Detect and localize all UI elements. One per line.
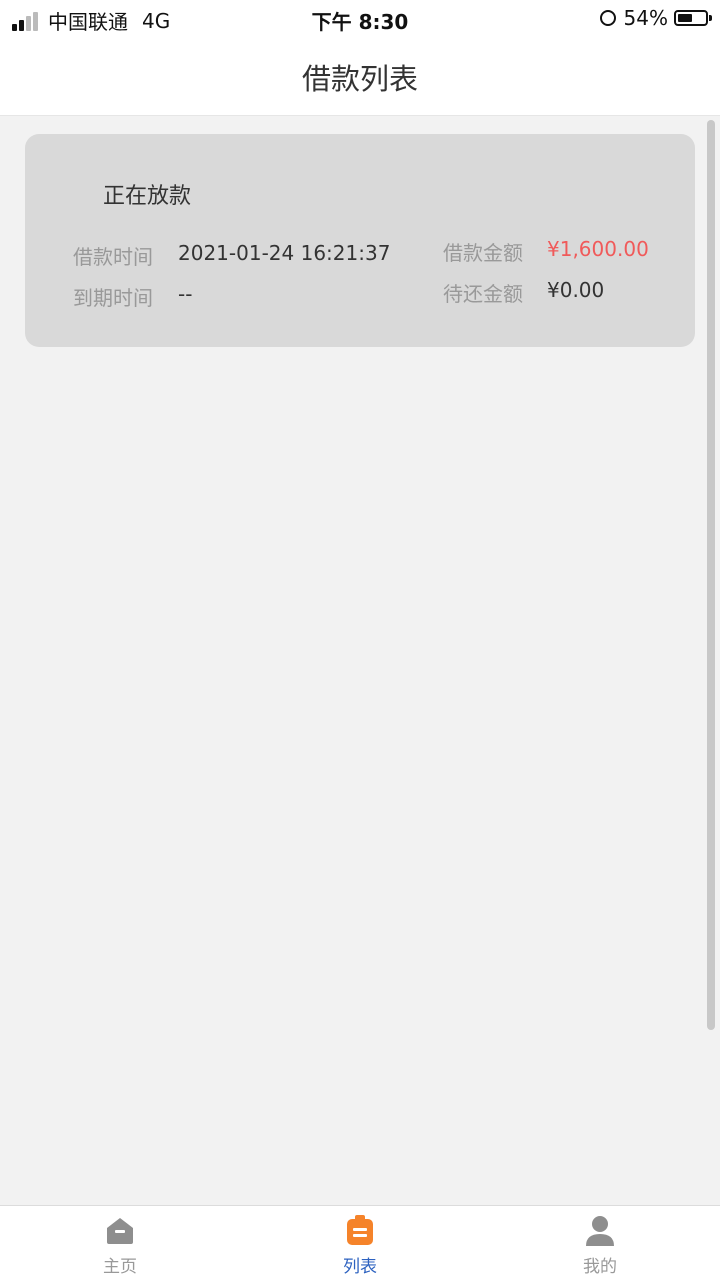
loan-card[interactable]: 正在放款 借款时间 2021-01-24 16:21:37 到期时间 -- 借款…	[25, 134, 695, 347]
loan-status: 正在放款	[103, 184, 192, 209]
battery-tip	[709, 15, 712, 21]
remaining-amount-value: ¥0.00	[547, 278, 605, 302]
tab-bar: 主页 列表 我的	[0, 1205, 720, 1281]
battery-icon	[674, 10, 712, 26]
due-time-label: 到期时间	[73, 286, 153, 310]
page-title: 借款列表	[301, 62, 418, 96]
tab-home-label: 主页	[103, 1257, 137, 1277]
tab-list-label: 列表	[343, 1257, 377, 1277]
nav-bar: 借款列表	[0, 36, 720, 116]
due-time-value: --	[178, 282, 193, 306]
remaining-amount-label: 待还金额	[443, 282, 523, 306]
status-bar: 中国联通 4G 下午 8:30 54%	[0, 0, 720, 36]
profile-icon	[586, 1216, 614, 1246]
tab-home[interactable]: 主页	[0, 1206, 240, 1281]
loan-time-value: 2021-01-24 16:21:37	[178, 241, 391, 265]
loan-amount-value: ¥1,600.00	[547, 237, 649, 261]
tab-profile[interactable]: 我的	[480, 1206, 720, 1281]
battery-percent: 54%	[623, 6, 668, 30]
list-icon	[347, 1215, 373, 1245]
tab-list[interactable]: 列表	[240, 1206, 480, 1281]
battery-fill	[678, 14, 692, 22]
loan-time-label: 借款时间	[73, 245, 153, 269]
loan-amount-label: 借款金额	[443, 241, 523, 265]
scrollbar[interactable]	[707, 120, 715, 1030]
home-icon	[107, 1218, 133, 1244]
alarm-icon	[599, 10, 616, 26]
status-right: 54%	[599, 6, 712, 30]
tab-profile-label: 我的	[583, 1257, 617, 1277]
